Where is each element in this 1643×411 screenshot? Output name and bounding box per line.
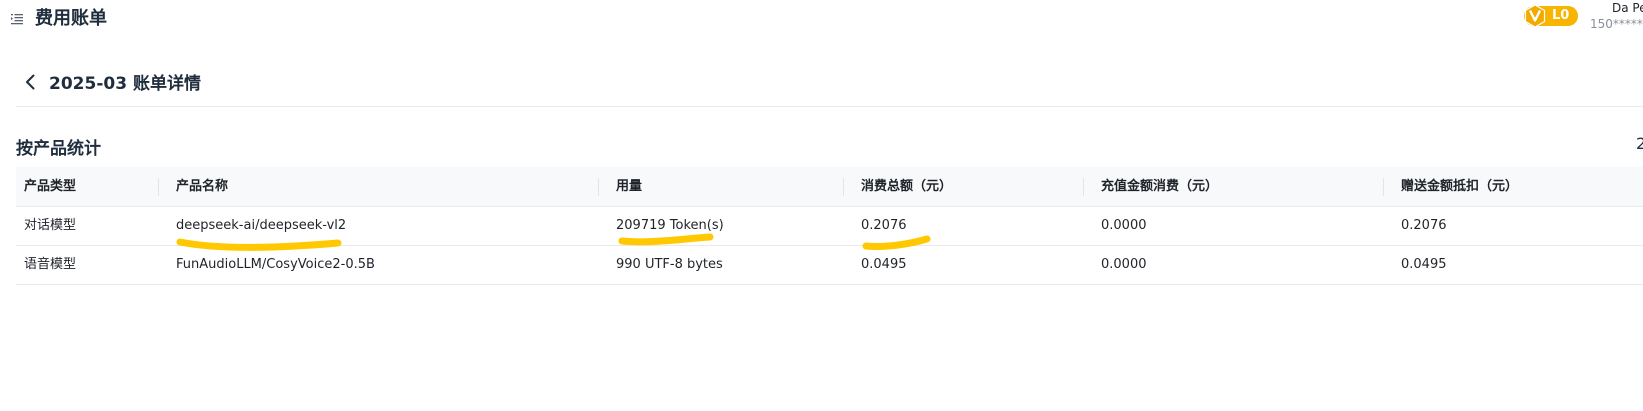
column-divider <box>158 178 159 196</box>
vip-v-icon <box>1523 4 1547 28</box>
column-divider <box>843 178 844 196</box>
table-row[interactable]: 语音模型 FunAudioLLM/CosyVoice2-0.5B 990 UTF… <box>16 246 1643 285</box>
cell-usage: 209719 Token(s) <box>616 218 724 233</box>
user-name[interactable]: Da Pe <box>1612 1 1643 15</box>
cell-product-type: 语音模型 <box>24 257 77 272</box>
column-divider <box>1083 178 1084 196</box>
bill-title: 2025-03 账单详情 <box>49 74 201 94</box>
cell-total-cost: 0.0495 <box>861 257 907 272</box>
column-header-usage: 用量 <box>616 179 643 194</box>
cell-total-cost: 0.2076 <box>861 218 907 233</box>
cell-recharge-cost: 0.0000 <box>1101 218 1147 233</box>
section-right-text: 2 <box>1636 134 1643 153</box>
cell-product-name: deepseek-ai/deepseek-vl2 <box>176 218 347 233</box>
chevron-left-icon <box>21 74 41 96</box>
user-phone: 150*****1 <box>1590 17 1643 31</box>
column-divider <box>598 178 599 196</box>
billing-page: 费用账单 L0 Da Pe 150*****1 2025-03 账单详情 按产品… <box>0 0 1643 411</box>
top-header: 费用账单 L0 Da Pe 150*****1 <box>0 0 1643 36</box>
table-row[interactable]: 对话模型 deepseek-ai/deepseek-vl2 209719 Tok… <box>16 207 1643 246</box>
column-header-total-cost: 消费总额（元） <box>861 179 953 194</box>
cell-product-name: FunAudioLLM/CosyVoice2-0.5B <box>176 257 375 272</box>
page-title: 费用账单 <box>35 8 107 29</box>
cell-product-type: 对话模型 <box>24 218 77 233</box>
column-header-recharge-cost: 充值金额消费（元） <box>1101 179 1219 194</box>
vip-level-label: L0 <box>1552 8 1570 23</box>
menu-fold-icon[interactable] <box>11 10 23 25</box>
cell-gift-deduction: 0.2076 <box>1401 218 1447 233</box>
back-button[interactable] <box>21 72 41 92</box>
cell-recharge-cost: 0.0000 <box>1101 257 1147 272</box>
product-stats-table: 产品类型 产品名称 用量 消费总额（元） 充值金额消费（元） 赠送金额抵扣（元）… <box>16 167 1643 285</box>
column-header-product-name: 产品名称 <box>176 179 229 194</box>
column-divider <box>1383 178 1384 196</box>
cell-usage: 990 UTF-8 bytes <box>616 257 723 272</box>
table-header-row: 产品类型 产品名称 用量 消费总额（元） 充值金额消费（元） 赠送金额抵扣（元） <box>16 167 1643 207</box>
bill-detail-header: 2025-03 账单详情 <box>16 64 1643 107</box>
cell-gift-deduction: 0.0495 <box>1401 257 1447 272</box>
column-header-product-type: 产品类型 <box>24 179 77 194</box>
vip-level-badge[interactable]: L0 <box>1523 4 1578 28</box>
section-title: 按产品统计 <box>16 139 101 159</box>
column-header-gift-deduction: 赠送金额抵扣（元） <box>1401 179 1519 194</box>
